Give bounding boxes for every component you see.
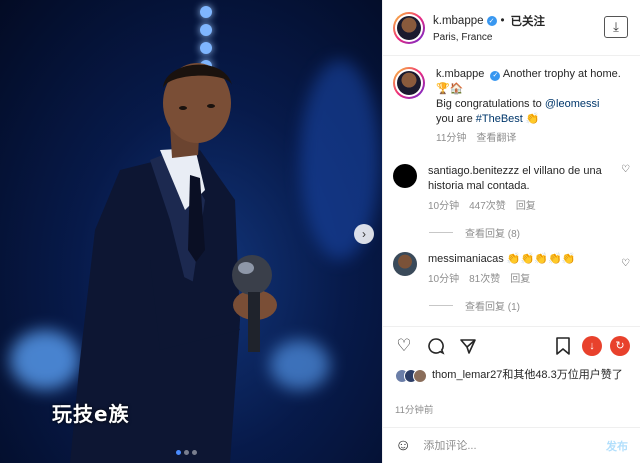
download-icon: ⤓ xyxy=(613,19,619,34)
watermark: 玩技e族 xyxy=(52,402,130,426)
caption-text: Big congratulations to xyxy=(436,97,542,110)
post-button[interactable]: 发布 xyxy=(606,438,628,454)
comment-item: santiago.benitezzz el villano de una his… xyxy=(383,146,640,213)
heart-icon[interactable]: ♡ xyxy=(621,164,630,175)
likes-summary[interactable]: thom_lemar27和其他48.3万位用户赞了 xyxy=(395,368,630,383)
avatar[interactable] xyxy=(393,67,425,99)
author-username[interactable]: k.mbappe xyxy=(433,15,484,27)
location-link[interactable]: Paris, France xyxy=(433,32,545,43)
caption-text: you are xyxy=(436,112,473,125)
verified-icon: ✓ xyxy=(486,15,497,26)
comment-input[interactable] xyxy=(423,439,606,452)
comment-likes[interactable]: 81次赞 xyxy=(469,273,500,287)
verified-icon: ✓ xyxy=(490,70,501,81)
reply-button[interactable]: 回复 xyxy=(516,200,536,214)
comment-time: 10分钟 xyxy=(428,200,460,212)
download-icon[interactable]: ↓ xyxy=(582,335,602,356)
likes-text[interactable]: thom_lemar27和其他48.3万位用户赞了 xyxy=(432,368,623,383)
download-button[interactable]: ⤓ xyxy=(604,16,628,38)
comment-time: 10分钟 xyxy=(428,273,460,285)
carousel-indicator xyxy=(176,450,197,455)
clap-emoji: 👏 xyxy=(525,112,540,125)
refresh-icon[interactable]: ↻ xyxy=(610,335,630,356)
hashtag-link[interactable]: #TheBest xyxy=(476,113,523,125)
avatar[interactable] xyxy=(393,163,417,188)
comments-list: k.mbappe ✓ Another trophy at home. 🏆🏠 Bi… xyxy=(383,57,640,325)
comment-likes[interactable]: 447次赞 xyxy=(469,200,506,214)
comment-username[interactable]: messimaniacas xyxy=(428,253,504,265)
caption-time: 11分钟 xyxy=(436,133,467,145)
reply-button[interactable]: 回复 xyxy=(510,273,530,287)
view-replies-button[interactable]: 查看回复 (1) xyxy=(429,298,640,313)
comment-text: 👏👏👏👏👏 xyxy=(506,253,576,266)
avatar[interactable] xyxy=(393,252,417,277)
post-sidebar: k.mbappe ✓ • 已关注 Paris, France ⤓ k.mbapp… xyxy=(382,0,640,463)
emoji-icon[interactable]: ☺ xyxy=(395,437,411,455)
chevron-right-icon: › xyxy=(362,227,366,241)
avatar[interactable] xyxy=(393,11,425,44)
heart-icon[interactable]: ♡ xyxy=(621,258,630,269)
heart-icon[interactable]: ♡ xyxy=(393,335,415,357)
comment-item: messimaniacas 👏👏👏👏👏 10分钟 81次赞 回复 ♡ xyxy=(383,240,640,286)
caption: k.mbappe ✓ Another trophy at home. 🏆🏠 Bi… xyxy=(383,57,640,146)
comment-icon[interactable] xyxy=(425,335,447,357)
bookmark-icon[interactable] xyxy=(552,335,574,357)
follow-button[interactable]: 已关注 xyxy=(511,13,546,29)
post-time: 11分钟前 xyxy=(395,405,434,416)
caption-username[interactable]: k.mbappe xyxy=(436,68,484,80)
add-comment-bar: ☺ 发布 xyxy=(383,427,640,463)
share-icon[interactable] xyxy=(457,335,479,357)
post-photo[interactable]: 玩技e族 › xyxy=(0,0,382,463)
next-photo-button[interactable]: › xyxy=(354,224,374,244)
post-header: k.mbappe ✓ • 已关注 Paris, France ⤓ xyxy=(383,0,640,56)
liker-avatars xyxy=(395,369,427,383)
player-figure xyxy=(70,63,277,463)
comment-username[interactable]: santiago.benitezzz xyxy=(428,165,519,177)
view-replies-button[interactable]: 查看回复 (8) xyxy=(429,225,640,240)
action-bar: ♡ ↓ ↻ xyxy=(383,326,640,364)
translate-link[interactable]: 查看翻译 xyxy=(476,132,516,146)
mention-link[interactable]: @leomessi xyxy=(545,98,600,110)
